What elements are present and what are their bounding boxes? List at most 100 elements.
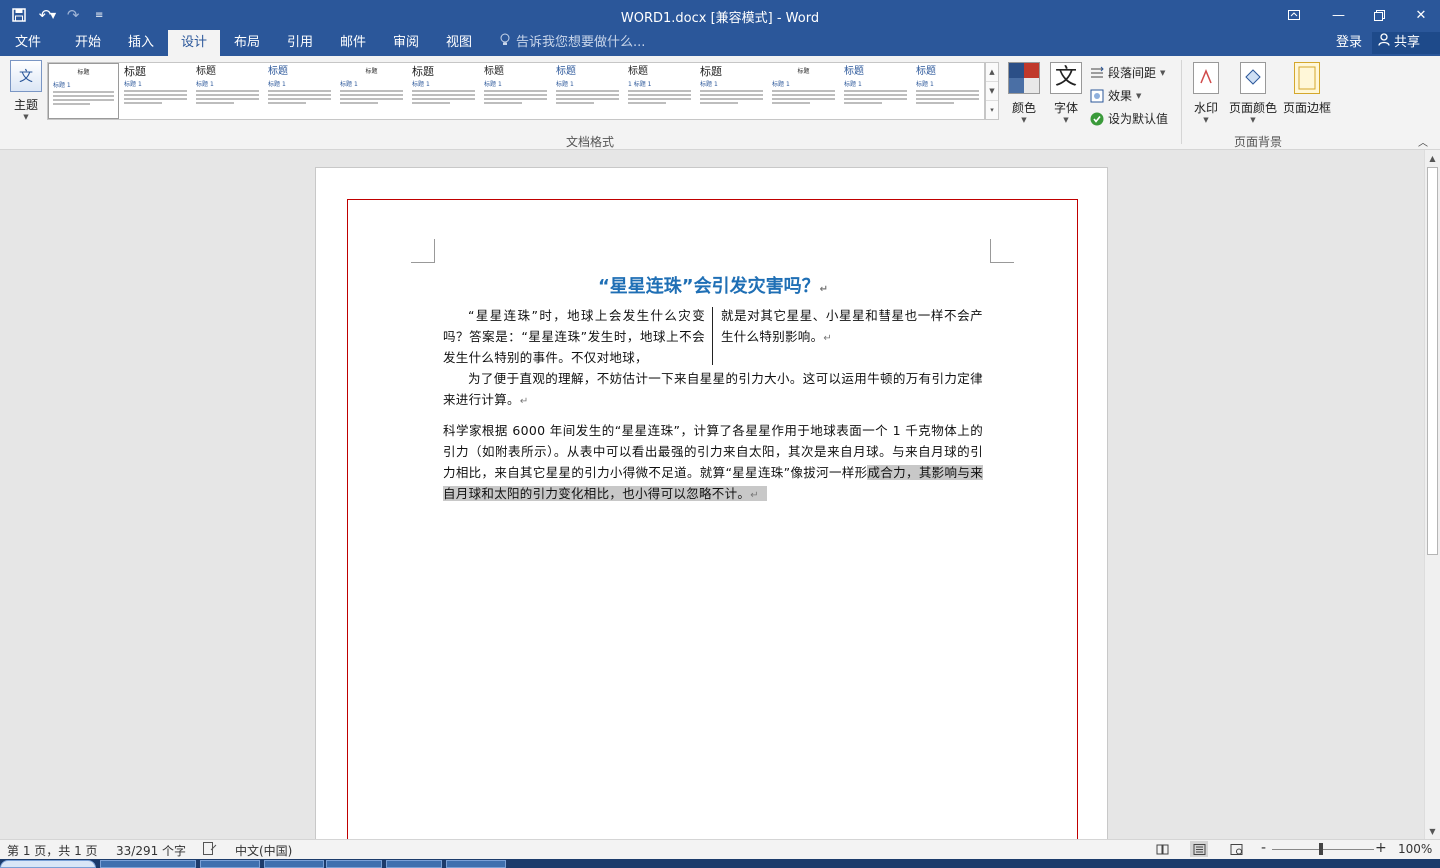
style-set-item[interactable]: 标题 标题 1 [408,63,479,119]
effects-button[interactable]: 效果 ▼ [1090,84,1180,107]
col-left-text: “星星连珠”时，地球上会发生什么灾变吗？答案是：“星星连珠”发生时，地球上不会发… [443,308,705,365]
gallery-down-icon[interactable]: ▼ [986,82,998,101]
color-swatch [1009,78,1024,93]
close-icon[interactable]: ✕ [1406,0,1436,30]
taskbar-app[interactable] [446,860,506,868]
share-button[interactable]: 共享 [1372,32,1440,54]
style-set-preview-lines [628,90,692,104]
tab-insert[interactable]: 插入 [115,30,167,56]
gallery-more-icon[interactable]: ▾ [986,101,998,119]
tab-layout[interactable]: 布局 [221,30,273,56]
style-set-item[interactable]: 标题 标题 1 [48,63,120,119]
style-set-preview-lines [844,90,908,104]
style-set-heading: 标题 1 [772,81,790,88]
document-title[interactable]: “星星连珠”会引发灾害吗？↵ [443,272,983,298]
restore-icon[interactable] [1365,0,1394,30]
style-set-item[interactable]: 标题 标题 1 [120,63,191,119]
style-set-title: 标题 [124,65,147,78]
start-button[interactable] [0,860,96,868]
ribbon-display-icon[interactable] [1279,0,1308,30]
set-default-button[interactable]: 设为默认值 [1090,107,1180,130]
paragraph-column-left[interactable]: “星星连珠”时，地球上会发生什么灾变吗？答案是：“星星连珠”发生时，地球上不会发… [443,305,705,368]
tab-design[interactable]: 设计 [168,30,220,56]
lightbulb-icon [500,30,510,56]
gallery-up-icon[interactable]: ▲ [986,63,998,82]
language-indicator[interactable]: 中文(中国) [235,842,292,859]
minimize-icon[interactable]: — [1324,0,1353,30]
tab-view[interactable]: 视图 [433,30,485,56]
style-set-preview-lines [340,90,404,104]
paragraph-column-right[interactable]: 就是对其它星星、小星星和彗星也一样不会产生什么特别影响。↵ [721,305,983,349]
color-swatch [1024,78,1039,93]
style-set-item[interactable]: 标题 标题 1 [480,63,551,119]
web-layout-icon[interactable] [1227,841,1245,857]
style-set-item[interactable]: 标题 标题 1 [840,63,911,119]
colors-button[interactable]: 颜色 ▼ [1008,62,1040,124]
zoom-slider-thumb[interactable] [1319,843,1323,855]
zoom-in-button[interactable]: + [1375,840,1387,856]
themes-label: 主题 [13,98,38,112]
taskbar-app[interactable] [386,860,442,868]
tell-me-box[interactable]: 告诉我您想要做什么... [500,30,645,56]
fonts-button[interactable]: 文 字体 ▼ [1050,62,1082,124]
read-mode-icon[interactable] [1153,841,1171,857]
print-layout-icon[interactable] [1190,841,1208,857]
tab-home[interactable]: 开始 [62,30,114,56]
margin-corner-marker [990,239,1014,263]
scroll-thumb[interactable] [1427,167,1438,555]
scroll-up-icon[interactable]: ▲ [1425,150,1440,166]
vertical-scrollbar[interactable]: ▲ ▼ [1424,150,1440,839]
style-set-heading: 标题 1 [556,81,574,88]
style-set-item[interactable]: 标题标题 1 [552,63,623,119]
taskbar-app[interactable] [326,860,382,868]
page-count[interactable]: 第 1 页，共 1 页 [7,842,98,859]
style-set-preview-lines [196,90,260,104]
chevron-down-icon: ▼ [1160,68,1166,77]
paragraph-2[interactable]: 为了便于直观的理解，不妨估计一下来自星星的引力大小。这可以运用牛顿的万有引力定律… [443,368,983,412]
style-set-item[interactable]: 标题 1 标题 1 [624,63,695,119]
style-set-title: 标题 [556,66,577,77]
proofing-icon[interactable] [203,842,217,858]
style-set-preview-lines [268,90,332,104]
style-set-preview-lines [124,90,188,104]
zoom-slider[interactable] [1272,849,1374,850]
taskbar-app[interactable] [264,860,324,868]
tab-mailings[interactable]: 邮件 [327,30,379,56]
paragraph-3[interactable]: 科学家根据 6000 年间发生的“星星连珠”，计算了各星星作用于地球表面一个 1… [443,420,983,506]
taskbar-app[interactable] [200,860,260,868]
page-color-button[interactable]: 页面颜色 ▼ [1228,62,1278,124]
watermark-button[interactable]: 水印 ▼ [1192,62,1220,124]
fonts-icon: 文 [1050,62,1082,94]
word-count[interactable]: 33/291 个字 [116,842,186,859]
paragraph-spacing-button[interactable]: 段落间距 ▼ [1090,61,1180,84]
ribbon-tabs: 文件 开始 插入 设计 布局 引用 邮件 审阅 视图 告诉我您想要做什么... … [0,30,1440,56]
tell-me-placeholder: 告诉我您想要做什么... [516,35,646,50]
colors-label: 颜色 [1011,101,1036,115]
style-set-heading: 标题 1 [484,81,502,88]
page-borders-button[interactable]: 页面边框 [1282,62,1332,116]
scroll-down-icon[interactable]: ▼ [1425,823,1440,839]
style-set-item[interactable]: 标题 标题 1 [192,63,263,119]
document-page[interactable]: “星星连珠”会引发灾害吗？↵ “星星连珠”时，地球上会发生什么灾变吗？答案是：“… [315,167,1108,839]
zoom-level[interactable]: 100% [1398,842,1432,856]
zoom-out-button[interactable]: - [1261,840,1266,856]
tab-review[interactable]: 审阅 [380,30,432,56]
style-set-item[interactable]: 标题 标题 1 [264,63,335,119]
gallery-scroll[interactable]: ▲ ▼ ▾ [985,62,999,120]
style-set-item[interactable]: 标题 标题 1 [696,63,767,119]
color-swatch [1024,63,1039,78]
collapse-ribbon-icon[interactable]: ︿ [1418,134,1428,149]
style-set-item[interactable]: 标题 标题 1 [336,63,407,119]
tab-references[interactable]: 引用 [274,30,326,56]
style-set-item[interactable]: 标题 标题 1 [768,63,839,119]
set-default-label: 设为默认值 [1108,112,1169,126]
tab-file[interactable]: 文件 [0,30,56,56]
themes-button[interactable]: 文 主题 ▼ [6,60,46,130]
document-area[interactable]: “星星连珠”会引发灾害吗？↵ “星星连珠”时，地球上会发生什么灾变吗？答案是：“… [0,150,1424,839]
taskbar-app[interactable] [100,860,196,868]
style-set-title: 标题 [700,65,723,78]
style-set-item[interactable]: 标题 标题 1 [912,63,983,119]
style-set-preview-lines [916,90,980,104]
chevron-down-icon: ▼ [1136,91,1142,100]
login-link[interactable]: 登录 [1336,30,1362,56]
